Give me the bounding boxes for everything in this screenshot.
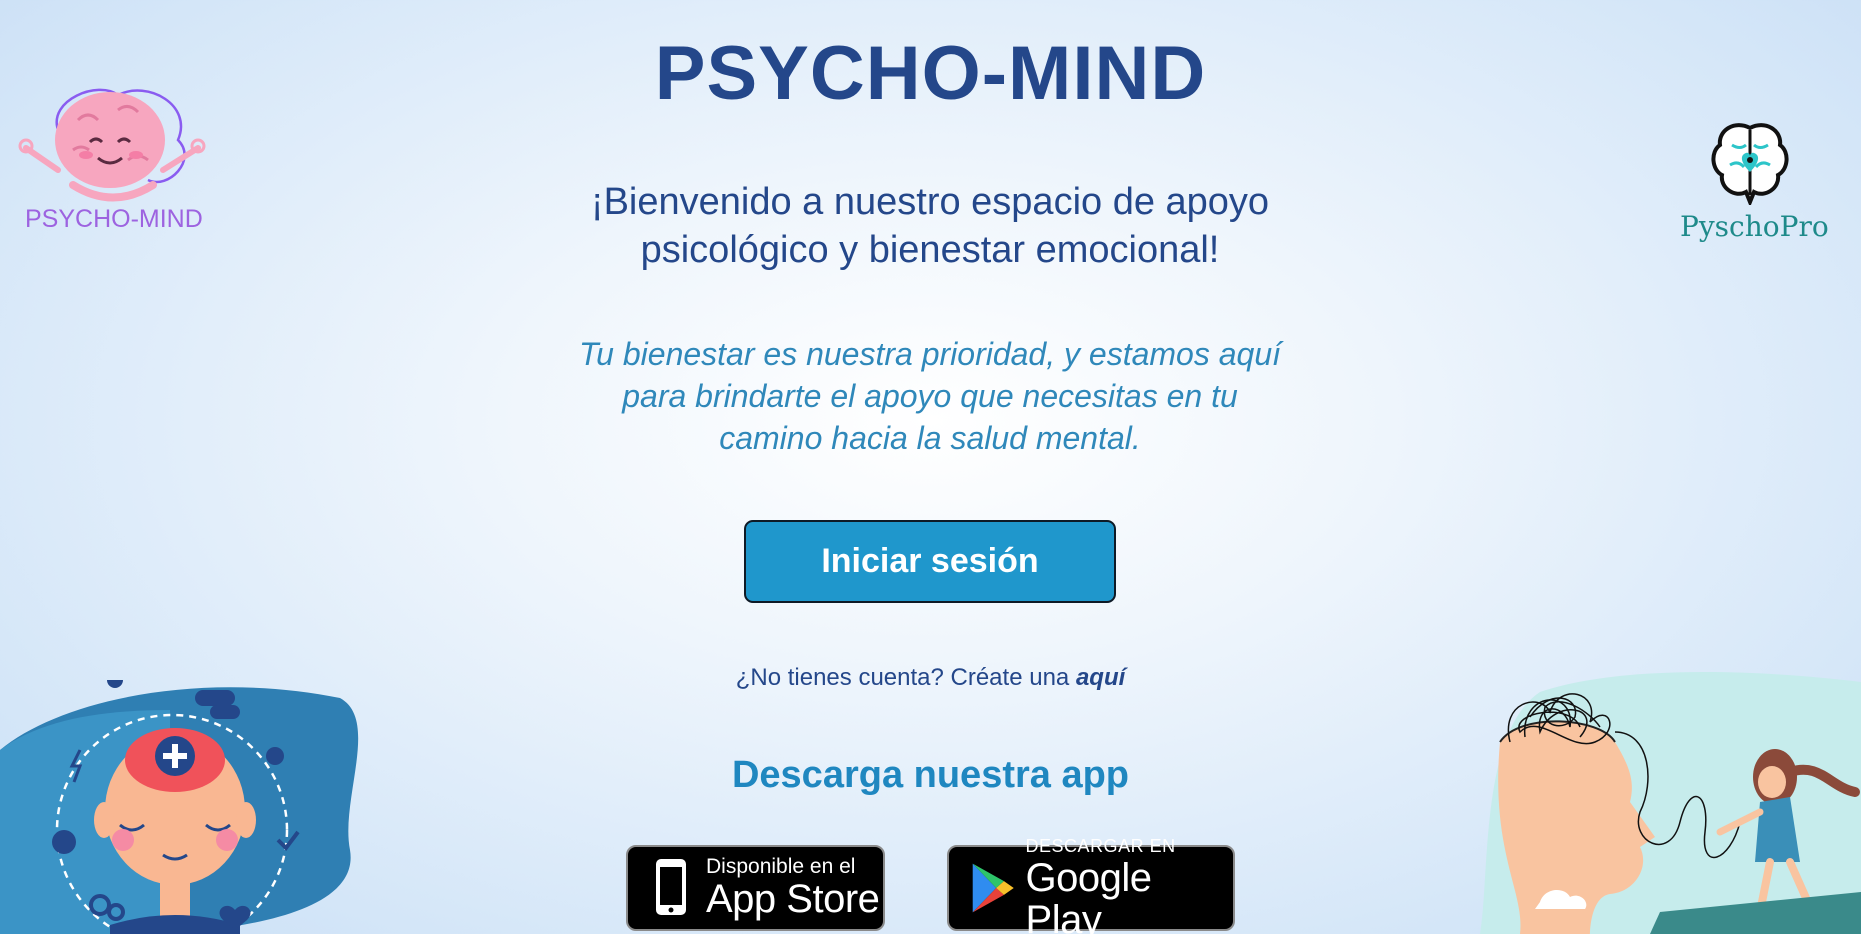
signup-link[interactable]: aquí [1076, 664, 1125, 691]
page-title: PSYCHO-MIND [654, 31, 1207, 116]
signup-prefix: ¿No tienes cuenta? Créate una [735, 664, 1076, 691]
welcome-heading: ¡Bienvenido a nuestro espacio de apoyo p… [560, 178, 1300, 274]
google-play-icon [972, 863, 1014, 913]
tagline-line-2: para brindarte el apoyo que necesitas en… [622, 378, 1238, 414]
tagline: Tu bienestar es nuestra prioridad, y est… [550, 333, 1310, 459]
mental-health-illustration-icon [0, 680, 359, 934]
app-store-big-text: App Store [706, 877, 880, 921]
app-store-small-text: Disponible en el [706, 855, 856, 878]
google-play-button[interactable]: DESCARGAR EN Google Play [947, 836, 1235, 934]
tagline-line-1: Tu bienestar es nuestra prioridad, y est… [579, 336, 1281, 372]
welcome-line-2: psicológico y bienestar emocional! [640, 229, 1220, 271]
welcome-line-1: ¡Bienvenido a nuestro espacio de apoyo [590, 181, 1270, 223]
brain-heart-logo-icon [1711, 123, 1789, 205]
logo-left-text: PSYCHO-MIND [25, 205, 203, 233]
phone-icon [656, 859, 686, 915]
login-button[interactable]: Iniciar sesión [744, 520, 1116, 603]
tagline-line-3: camino hacia la salud mental. [719, 420, 1141, 456]
google-play-small-text: DESCARGAR EN [1025, 836, 1176, 856]
logo-right-text: PyschoPro [1680, 210, 1829, 243]
app-store-button[interactable]: Disponible en el App Store [626, 845, 885, 931]
google-play-big-text: Google Play [1025, 856, 1152, 934]
tangled-mind-illustration-icon [1480, 672, 1861, 934]
